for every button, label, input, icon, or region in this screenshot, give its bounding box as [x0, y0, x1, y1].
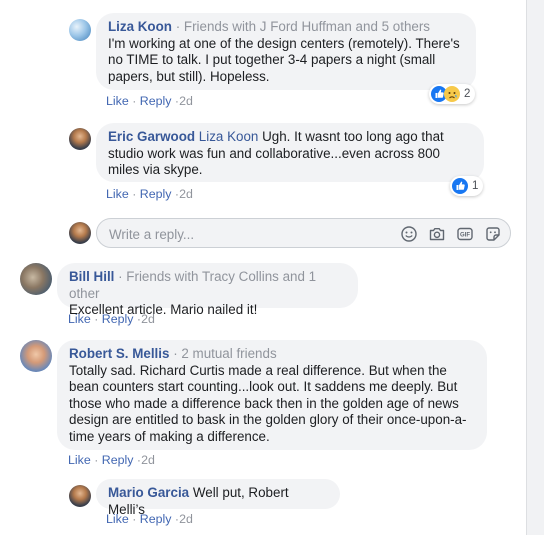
- avatar[interactable]: [69, 485, 91, 507]
- mutual-friends[interactable]: · Friends with J Ford Huffman and 5 othe…: [176, 19, 430, 34]
- separator: ·: [94, 312, 99, 326]
- avatar[interactable]: [20, 340, 52, 372]
- gif-icon[interactable]: GIF: [456, 225, 474, 243]
- timestamp[interactable]: 2d: [179, 94, 193, 108]
- comment-author[interactable]: Bill Hill: [69, 269, 114, 284]
- right-scroll-panel: [526, 0, 544, 535]
- timestamp[interactable]: 2d: [141, 312, 155, 326]
- emoji-icon[interactable]: [400, 225, 418, 243]
- comment-bubble: Bill Hill · Friends with Tracy Collins a…: [57, 263, 358, 317]
- reaction-number: 1: [472, 180, 479, 192]
- reply-composer[interactable]: GIF: [96, 218, 511, 248]
- timestamp[interactable]: 2d: [179, 187, 193, 201]
- like-link[interactable]: Like: [68, 453, 91, 467]
- comment-author[interactable]: Mario Garcia: [108, 485, 189, 500]
- comment-author[interactable]: Robert S. Mellis: [69, 346, 169, 361]
- reply-link[interactable]: Reply: [140, 187, 172, 201]
- reply-link[interactable]: Reply: [140, 94, 172, 108]
- separator: ·: [132, 187, 137, 201]
- comment-actions: Like · Reply ·2d: [106, 511, 193, 527]
- separator: ·: [94, 453, 99, 467]
- reply-input[interactable]: [107, 224, 391, 244]
- comment-actions: Like · Reply ·2d: [68, 311, 155, 327]
- like-link[interactable]: Like: [106, 512, 129, 526]
- separator: ·: [132, 512, 137, 526]
- like-link[interactable]: Like: [106, 94, 129, 108]
- comment-actions: Like · Reply ·2d: [68, 452, 155, 468]
- mutual-friends[interactable]: · 2 mutual friends: [173, 346, 276, 361]
- camera-icon[interactable]: [428, 225, 446, 243]
- comment-actions: Like · Reply ·2d: [106, 93, 193, 109]
- reaction-count[interactable]: 1: [450, 176, 484, 196]
- mention-tag[interactable]: Liza Koon: [199, 129, 259, 144]
- comment-actions: Like · Reply ·2d: [106, 186, 193, 202]
- avatar[interactable]: [69, 19, 91, 41]
- svg-text:GIF: GIF: [460, 233, 470, 239]
- comment-bubble: Liza Koon · Friends with J Ford Huffman …: [96, 13, 476, 90]
- timestamp[interactable]: 2d: [141, 453, 155, 467]
- comment-text: I'm working at one of the design centers…: [108, 35, 460, 84]
- reaction-number: 2: [464, 88, 471, 100]
- comment-bubble: Eric Garwood Liza Koon Ugh. It wasnt too…: [96, 123, 484, 182]
- reply-link[interactable]: Reply: [140, 512, 172, 526]
- avatar[interactable]: [20, 263, 52, 295]
- comment-bubble: Robert S. Mellis · 2 mutual friends Tota…: [57, 340, 487, 450]
- comment-author[interactable]: Eric Garwood: [108, 129, 195, 144]
- reply-link[interactable]: Reply: [102, 453, 134, 467]
- like-reaction-icon: [452, 178, 468, 194]
- sticker-icon[interactable]: [484, 225, 502, 243]
- like-link[interactable]: Like: [68, 312, 91, 326]
- current-user-avatar: [69, 222, 91, 244]
- like-link[interactable]: Like: [106, 187, 129, 201]
- separator: ·: [132, 94, 137, 108]
- avatar[interactable]: [69, 128, 91, 150]
- sad-reaction-icon: [444, 86, 460, 102]
- timestamp[interactable]: 2d: [179, 512, 193, 526]
- comment-text: Totally sad. Richard Curtis made a real …: [69, 362, 467, 444]
- comment-author[interactable]: Liza Koon: [108, 19, 172, 34]
- comment-bubble: Mario Garcia Well put, Robert Melli’s: [96, 479, 340, 517]
- reaction-count[interactable]: 2: [429, 84, 476, 104]
- reply-link[interactable]: Reply: [102, 312, 134, 326]
